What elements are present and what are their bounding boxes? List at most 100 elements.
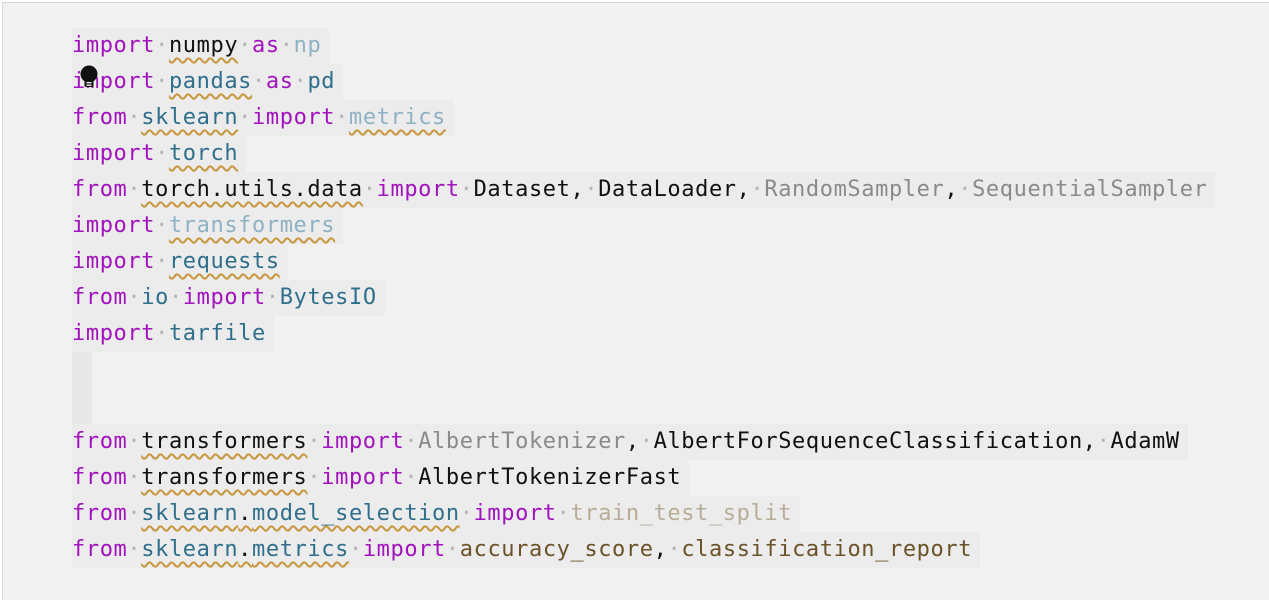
whitespace-marker: ·: [404, 429, 419, 454]
code-token: .: [238, 501, 253, 526]
code-line-content: [72, 388, 92, 424]
whitespace-marker: ·: [404, 465, 419, 490]
code-token: import: [72, 33, 156, 58]
code-token: import: [362, 537, 446, 562]
code-token: pandas: [168, 69, 253, 94]
code-line-content: from·io·import·BytesIO: [72, 280, 385, 316]
whitespace-marker: ·: [639, 429, 654, 454]
whitespace-marker: ·: [307, 465, 322, 490]
whitespace-marker: ·: [265, 285, 280, 310]
whitespace-marker: ·: [168, 285, 183, 310]
whitespace-marker: ·: [155, 321, 169, 346]
code-token: from: [72, 429, 128, 454]
whitespace-marker: ·: [238, 105, 253, 130]
code-token: as: [252, 33, 280, 58]
code-token: ,: [944, 177, 959, 202]
lightbulb-icon[interactable]: [79, 65, 99, 91]
code-token: from: [72, 537, 128, 562]
code-line-content: [72, 352, 92, 388]
code-token: classification_report: [681, 537, 973, 562]
code-token: metrics: [252, 537, 349, 562]
code-token: AlbertForSequenceClassification,: [653, 429, 1097, 454]
code-token: AlbertTokenizer: [418, 429, 626, 454]
code-line[interactable]: from·torch.utils.data·import·Dataset,·Da…: [72, 172, 1216, 208]
code-token: from: [72, 105, 128, 130]
whitespace-marker: ·: [238, 33, 253, 58]
code-token: import: [321, 465, 405, 490]
code-token: numpy: [168, 33, 239, 58]
code-token: sklearn: [141, 537, 239, 562]
code-token: import: [252, 105, 336, 130]
code-token: transformers: [168, 213, 336, 238]
whitespace-marker: ·: [155, 141, 169, 166]
whitespace-marker: ·: [127, 465, 142, 490]
whitespace-marker: ·: [307, 429, 322, 454]
code-token: AlbertTokenizerFast: [418, 465, 682, 490]
code-line-content: from·sklearn·import·metrics: [72, 100, 454, 136]
whitespace-marker: ·: [667, 537, 682, 562]
whitespace-marker: ·: [556, 501, 571, 526]
code-line[interactable]: from·transformers·import·AlbertTokenizer…: [72, 424, 1215, 460]
code-token: requests: [168, 249, 280, 274]
code-line-content: from·sklearn.metrics·import·accuracy_sco…: [72, 532, 981, 568]
code-line[interactable]: [72, 388, 1215, 424]
whitespace-marker: ·: [155, 249, 169, 274]
code-token: import: [72, 321, 156, 346]
code-token: sklearn: [141, 105, 239, 130]
code-line[interactable]: from·sklearn.metrics·import·accuracy_sco…: [72, 532, 1215, 568]
code-token: accuracy_score: [459, 537, 654, 562]
code-token: import: [376, 177, 460, 202]
code-token: model_selection: [252, 501, 460, 526]
code-editor[interactable]: import·numpy·as·np import·pandas·as·pd fro…: [2, 2, 1269, 600]
code-line[interactable]: import·tarfile: [72, 316, 1215, 352]
code-line[interactable]: import·numpy·as·np: [72, 28, 1215, 64]
code-token: torch: [168, 141, 239, 166]
whitespace-marker: ·: [750, 177, 765, 202]
code-line[interactable]: import·pandas·as·pd: [72, 64, 1215, 100]
code-line[interactable]: from·transformers·import·AlbertTokenizer…: [72, 460, 1215, 496]
whitespace-marker: ·: [127, 501, 142, 526]
whitespace-marker: ·: [127, 177, 142, 202]
whitespace-marker: ·: [459, 501, 474, 526]
code-line-content: from·transformers·import·AlbertTokenizer…: [72, 460, 690, 496]
code-token: import: [473, 501, 557, 526]
whitespace-marker: ·: [348, 537, 363, 562]
code-token: from: [72, 501, 128, 526]
code-token: BytesIO: [279, 285, 377, 310]
code-line[interactable]: from·sklearn.model_selection·import·trai…: [72, 496, 1215, 532]
code-token: sklearn: [141, 501, 239, 526]
code-token: torch.utils.data: [141, 177, 363, 202]
code-token: transformers: [141, 465, 308, 490]
code-line[interactable]: from·io·import·BytesIO: [72, 280, 1215, 316]
whitespace-marker: ·: [155, 33, 169, 58]
whitespace-marker: ·: [127, 429, 142, 454]
code-token: io: [141, 285, 169, 310]
code-token: from: [72, 177, 128, 202]
code-line[interactable]: import·requests: [72, 244, 1215, 280]
code-token: import: [72, 141, 156, 166]
code-token: as: [265, 69, 294, 94]
code-token: .: [238, 537, 253, 562]
code-token: tarfile: [168, 321, 266, 346]
code-line-content: import·pandas·as·pd: [72, 64, 344, 100]
whitespace-marker: ·: [1096, 429, 1111, 454]
whitespace-marker: ·: [958, 177, 973, 202]
whitespace-marker: ·: [127, 537, 142, 562]
code-token: RandomSampler: [764, 177, 945, 202]
whitespace-marker: ·: [335, 105, 349, 130]
whitespace-marker: ·: [584, 177, 599, 202]
whitespace-marker: ·: [293, 69, 308, 94]
code-token: train_test_split: [570, 501, 793, 526]
code-line[interactable]: [72, 352, 1215, 388]
code-line[interactable]: import·transformers: [72, 208, 1215, 244]
whitespace-marker: ·: [155, 213, 169, 238]
code-token: np: [293, 33, 322, 58]
code-token: metrics: [348, 105, 446, 130]
code-line-content: import·transformers: [72, 208, 344, 244]
code-token: pd: [307, 69, 336, 94]
code-lines[interactable]: import·numpy·as·np import·pandas·as·pd fro…: [72, 28, 1216, 568]
code-line[interactable]: import·torch: [72, 136, 1215, 172]
code-line[interactable]: from·sklearn·import·metrics: [72, 100, 1215, 136]
code-token: Dataset,: [473, 177, 585, 202]
code-token: import: [72, 249, 156, 274]
